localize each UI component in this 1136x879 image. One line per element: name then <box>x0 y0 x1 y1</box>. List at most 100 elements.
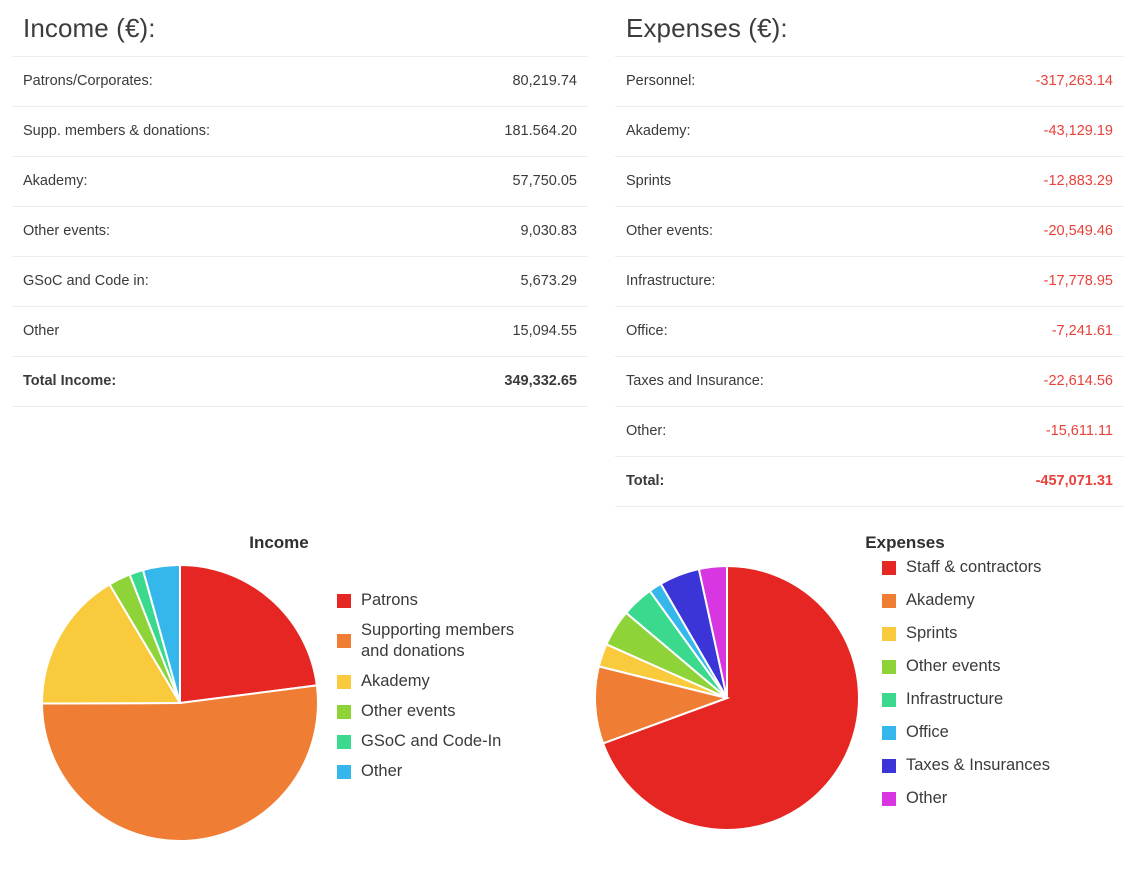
row-value: 5,673.29 <box>520 273 577 289</box>
table-row: Sprints -12,883.29 <box>615 157 1124 207</box>
legend-swatch-icon <box>337 634 351 648</box>
legend-swatch-icon <box>882 791 896 806</box>
legend-label: Office <box>906 723 949 741</box>
legend-label: GSoC and Code-In <box>361 732 502 750</box>
legend-item: Other events <box>337 701 514 722</box>
row-value: 181.564.20 <box>504 123 577 139</box>
row-value: -7,241.61 <box>1051 323 1113 339</box>
legend-label: Infrastructure <box>906 690 1004 708</box>
row-value: -317,263.14 <box>1035 73 1113 89</box>
table-row: Other events: -20,549.46 <box>615 207 1124 257</box>
row-value: 349,332.65 <box>504 373 577 389</box>
legend-label: Patrons <box>361 591 418 609</box>
row-label: Office: <box>626 323 668 339</box>
income-chart-legend: Patrons Supporting members and donations A… <box>337 590 514 791</box>
legend-item: Staff & contractors <box>882 557 1050 578</box>
expenses-chart-title: Expenses <box>865 533 945 552</box>
legend-item: Other events <box>882 656 1050 677</box>
row-value: 9,030.83 <box>520 223 577 239</box>
table-row: Other 15,094.55 <box>12 307 588 357</box>
legend-swatch-icon <box>882 725 896 740</box>
row-label: Other events: <box>626 223 714 239</box>
legend-label: Other events <box>361 702 456 720</box>
legend-swatch-icon <box>882 659 896 674</box>
table-row: Akademy: -43,129.19 <box>615 107 1124 157</box>
legend-item: Infrastructure <box>882 689 1050 710</box>
table-row: Other events: 9,030.83 <box>12 207 588 257</box>
financial-tables: Income (€): Patrons/Corporates: 80,219.74… <box>0 0 1136 507</box>
income-heading: Income (€): <box>23 13 156 43</box>
row-value: -22,614.56 <box>1043 373 1113 389</box>
expenses-table: Personnel: -317,263.14 Akademy: -43,129.19 S… <box>615 56 1124 507</box>
pie-slice <box>40 684 319 842</box>
table-row: Taxes and Insurance: -22,614.56 <box>615 357 1124 407</box>
row-label: Other events: <box>23 223 111 239</box>
legend-swatch-icon <box>882 626 896 641</box>
row-value: -457,071.31 <box>1035 473 1113 489</box>
row-label: Taxes and Insurance: <box>626 373 764 389</box>
row-value: 80,219.74 <box>512 73 577 89</box>
table-row: Infrastructure: -17,778.95 <box>615 257 1124 307</box>
row-value: 57,750.05 <box>512 173 577 189</box>
table-total-row: Total: -457,071.31 <box>615 457 1124 507</box>
table-row: Supp. members & donations: 181.564.20 <box>12 107 588 157</box>
legend-swatch-icon <box>882 758 896 773</box>
row-label: Personnel: <box>626 73 696 89</box>
legend-label: Other <box>361 762 403 780</box>
legend-swatch-icon <box>882 692 896 707</box>
legend-swatch-icon <box>337 704 351 719</box>
row-value: -20,549.46 <box>1043 223 1113 239</box>
row-label: GSoC and Code in: <box>23 273 149 289</box>
row-label: Sprints <box>626 173 672 189</box>
table-row: Office: -7,241.61 <box>615 307 1124 357</box>
row-label: Akademy: <box>23 173 88 189</box>
row-label: Other <box>23 323 60 339</box>
pie-charts-region: Income Patrons Supporting members and don… <box>0 533 1136 847</box>
legend-label: Staff & contractors <box>906 558 1042 576</box>
legend-item: Taxes & Insurances <box>882 755 1050 776</box>
legend-item: Other <box>337 761 514 782</box>
row-value: -12,883.29 <box>1043 173 1113 189</box>
expenses-table-section: Expenses (€): Personnel: -317,263.14 Akade… <box>600 0 1136 507</box>
legend-item: Akademy <box>337 671 514 692</box>
legend-swatch-icon <box>337 593 351 608</box>
legend-item: Office <box>882 722 1050 743</box>
row-label: Patrons/Corporates: <box>23 73 153 89</box>
table-row: Akademy: 57,750.05 <box>12 157 588 207</box>
income-table-section: Income (€): Patrons/Corporates: 80,219.74… <box>0 0 600 507</box>
row-label: Akademy: <box>626 123 691 139</box>
legend-swatch-icon <box>337 734 351 749</box>
table-row: Patrons/Corporates: 80,219.74 <box>12 57 588 107</box>
income-chart-title: Income <box>249 533 309 552</box>
legend-swatch-icon <box>337 674 351 689</box>
legend-swatch-icon <box>882 593 896 608</box>
row-label: Infrastructure: <box>626 273 716 289</box>
row-value: 15,094.55 <box>512 323 577 339</box>
income-pie-chart <box>40 563 319 847</box>
income-chart-block: Income Patrons Supporting members and don… <box>0 533 580 847</box>
legend-label: Akademy <box>361 672 430 690</box>
table-row: Personnel: -317,263.14 <box>615 57 1124 107</box>
row-value: -15,611.11 <box>1045 423 1113 439</box>
expenses-chart-block: Expenses Staff & contractors Akademy Sprin… <box>580 533 1136 847</box>
legend-label: Supporting members and donations <box>361 621 515 660</box>
row-value: -17,778.95 <box>1043 273 1113 289</box>
income-table: Patrons/Corporates: 80,219.74 Supp. member… <box>12 56 588 407</box>
table-row: Other: -15,611.11 <box>615 407 1124 457</box>
legend-item: GSoC and Code-In <box>337 731 514 752</box>
row-value: -43,129.19 <box>1043 123 1113 139</box>
legend-label: Other events <box>906 657 1001 675</box>
expenses-pie-chart <box>594 564 860 836</box>
legend-label: Taxes & Insurances <box>906 756 1050 774</box>
row-label: Total: <box>626 473 665 489</box>
legend-item: Supporting members and donations <box>337 620 514 662</box>
legend-item: Patrons <box>337 590 514 611</box>
legend-item: Akademy <box>882 590 1050 611</box>
table-row: GSoC and Code in: 5,673.29 <box>12 257 588 307</box>
row-label: Supp. members & donations: <box>23 123 210 139</box>
legend-label: Sprints <box>906 624 958 642</box>
table-total-row: Total Income: 349,332.65 <box>12 357 588 407</box>
pie-slice <box>179 563 318 705</box>
legend-swatch-icon <box>337 764 351 779</box>
expenses-heading: Expenses (€): <box>626 13 788 43</box>
